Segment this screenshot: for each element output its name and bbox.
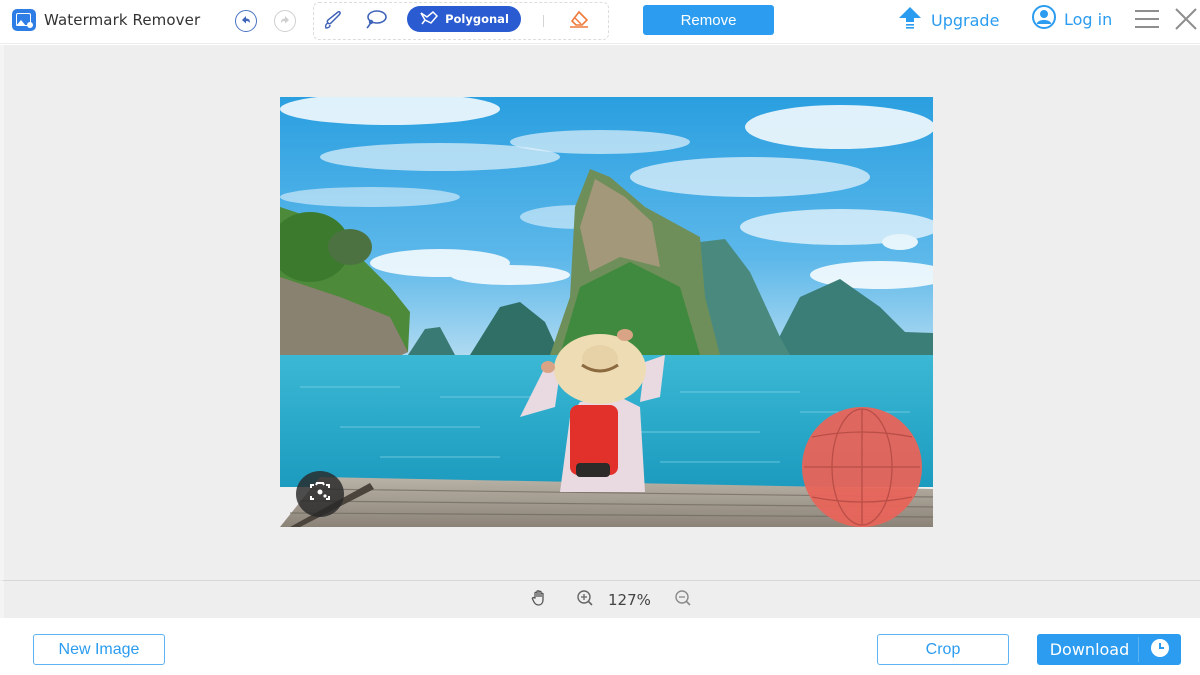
undo-icon <box>240 14 252 29</box>
undo-button[interactable] <box>235 10 257 32</box>
zoom-in-icon <box>576 589 594 611</box>
zoom-bar: 127% <box>0 580 1200 618</box>
zoom-out-button[interactable] <box>673 590 693 610</box>
zoom-out-icon <box>674 589 692 611</box>
selection-tool-group: Polygonal <box>313 2 609 40</box>
remove-button[interactable]: Remove <box>643 5 774 35</box>
screenshot-scan-icon <box>308 481 332 507</box>
screenshot-scan-button[interactable] <box>296 471 344 517</box>
selection-mask <box>802 407 922 527</box>
toolbar-divider <box>543 15 544 27</box>
zoom-in-button[interactable] <box>575 590 595 610</box>
polygonal-tool-button[interactable]: Polygonal <box>407 6 521 32</box>
photo-illustration <box>280 97 933 527</box>
bottom-action-bar: New Image Crop Download <box>0 618 1200 675</box>
login-label: Log in <box>1064 9 1113 29</box>
hand-pan-button[interactable] <box>529 590 549 610</box>
top-toolbar: Watermark Remover Polygonal Remove Upgra… <box>0 0 1200 44</box>
upgrade-label: Upgrade <box>931 10 1000 30</box>
redo-icon <box>279 14 291 29</box>
watermark-remover-app: Watermark Remover Polygonal Remove Upgra… <box>0 0 1200 675</box>
download-button[interactable]: Download <box>1037 634 1138 665</box>
login-link[interactable]: Log in <box>1031 4 1113 34</box>
app-logo-icon <box>12 9 36 31</box>
eraser-icon <box>567 9 591 35</box>
close-icon[interactable] <box>1173 6 1199 32</box>
app-title: Watermark Remover <box>44 11 201 29</box>
lasso-tool-button[interactable] <box>364 9 388 35</box>
crop-button[interactable]: Crop <box>877 634 1009 665</box>
user-avatar-icon <box>1031 4 1057 34</box>
new-image-button[interactable]: New Image <box>33 634 165 665</box>
hamburger-menu-icon[interactable] <box>1135 9 1159 29</box>
lasso-icon <box>364 9 388 35</box>
clock-icon <box>1150 638 1170 662</box>
polygon-lasso-icon <box>419 10 439 29</box>
upgrade-link[interactable]: Upgrade <box>897 7 999 33</box>
upgrade-arrow-icon <box>897 5 923 35</box>
download-history-button[interactable] <box>1139 634 1181 665</box>
brush-tool-button[interactable] <box>322 11 344 33</box>
polygonal-label: Polygonal <box>445 12 509 26</box>
eraser-tool-button[interactable] <box>567 9 591 35</box>
image-canvas[interactable] <box>280 97 933 527</box>
download-button-group: Download <box>1037 634 1181 665</box>
hand-pan-icon <box>531 589 547 611</box>
redo-button[interactable] <box>274 10 296 32</box>
brush-icon <box>322 9 344 35</box>
zoom-level: 127% <box>608 591 651 609</box>
